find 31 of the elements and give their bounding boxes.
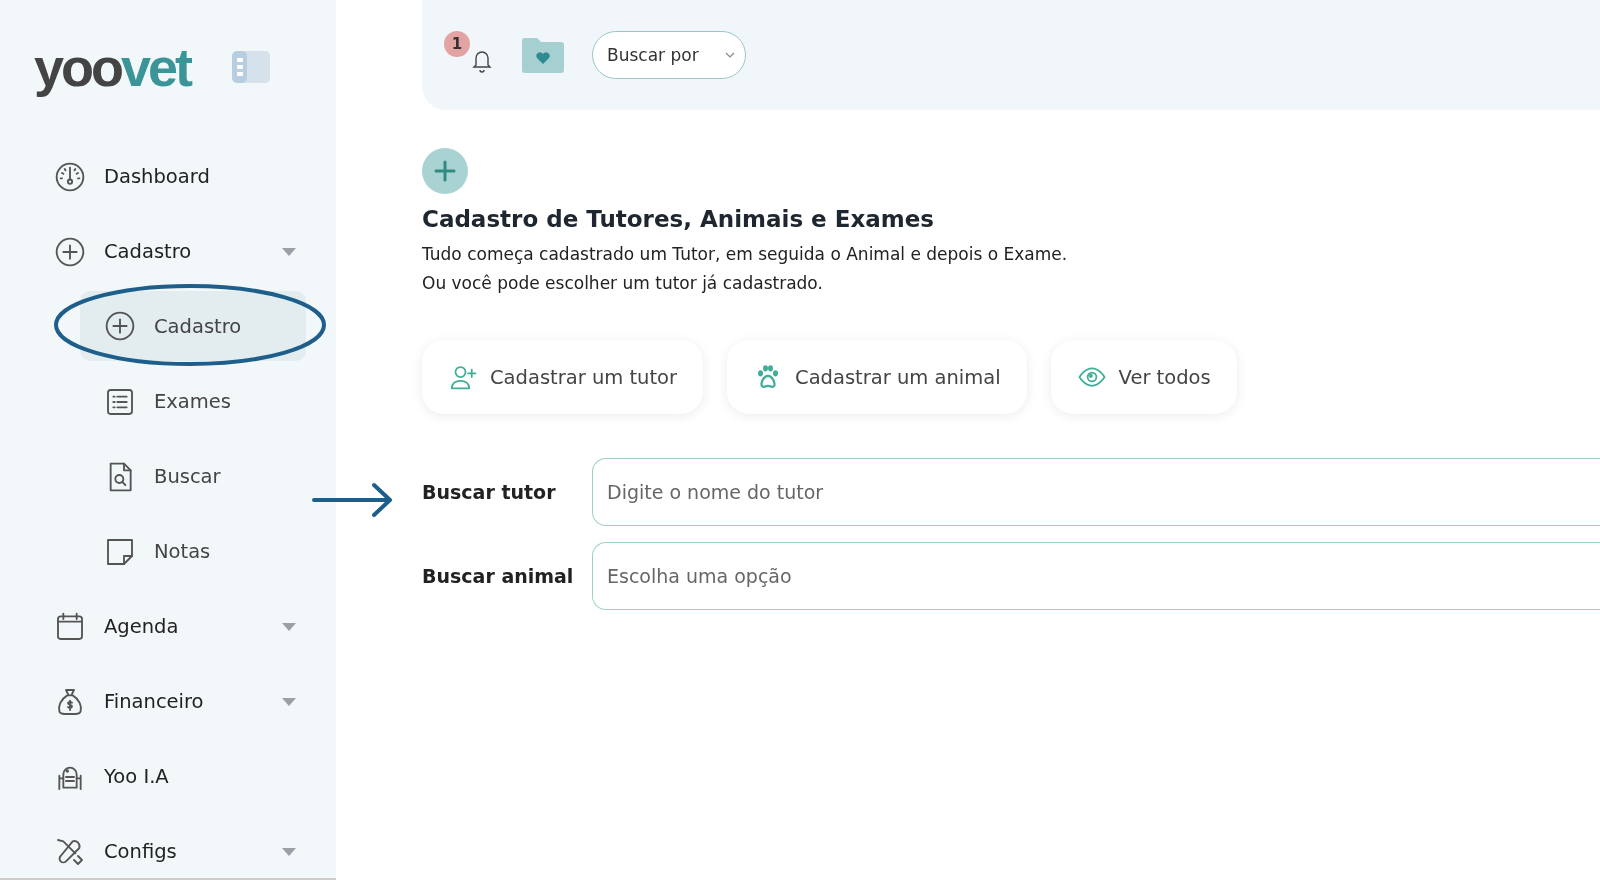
description-text: Ou você pode escolher um tutor já cadastrado. — [422, 272, 824, 295]
field-label: Buscar animal — [422, 565, 575, 587]
sidebar-item[interactable]: Agenda — [0, 589, 336, 664]
sidebar-item[interactable]: Dashboard — [0, 139, 336, 214]
field-label: Buscar tutor — [422, 481, 557, 503]
sidebar-item[interactable]: Exames — [80, 364, 306, 439]
sidebar-item[interactable]: Yoo I.A — [0, 739, 336, 814]
page-title: Cadastro de Tutores, Animais e Exames — [422, 206, 936, 232]
plus-circle-icon — [54, 235, 86, 268]
folder-heart-icon[interactable] — [522, 37, 564, 73]
description-text: Tudo começa cadastrado um Tutor, em seguida o Animal e depois o Exame. — [422, 243, 1069, 266]
sidebar-item[interactable]: Cadastro — [80, 291, 306, 361]
sidebar-item[interactable]: Cadastro — [0, 214, 336, 289]
sidebar-item[interactable]: Notas — [80, 514, 306, 589]
plus-icon — [434, 160, 456, 182]
notification-badge: 1 — [444, 31, 470, 57]
search-by-select[interactable]: Buscar por — [592, 31, 746, 79]
search-field[interactable]: Escolha uma opção — [592, 542, 1600, 610]
gauge-icon — [54, 160, 86, 193]
sidebar-item[interactable]: Buscar — [80, 439, 306, 514]
sidebar-item[interactable]: Financeiro — [0, 664, 336, 739]
chevron-down-icon — [725, 51, 735, 59]
sidebar-item[interactable]: Configs — [0, 814, 336, 880]
calendar-icon — [54, 610, 86, 643]
plus-circle-icon — [104, 310, 136, 342]
sidebar-toggle-icon[interactable] — [232, 51, 271, 83]
action-button[interactable]: Ver todos — [1050, 340, 1237, 414]
add-button[interactable] — [422, 148, 468, 194]
search-field[interactable]: Digite o nome do tutor — [592, 458, 1600, 526]
action-button[interactable]: Cadastrar um tutor — [422, 340, 704, 414]
action-button[interactable]: Cadastrar um animal — [727, 340, 1027, 414]
